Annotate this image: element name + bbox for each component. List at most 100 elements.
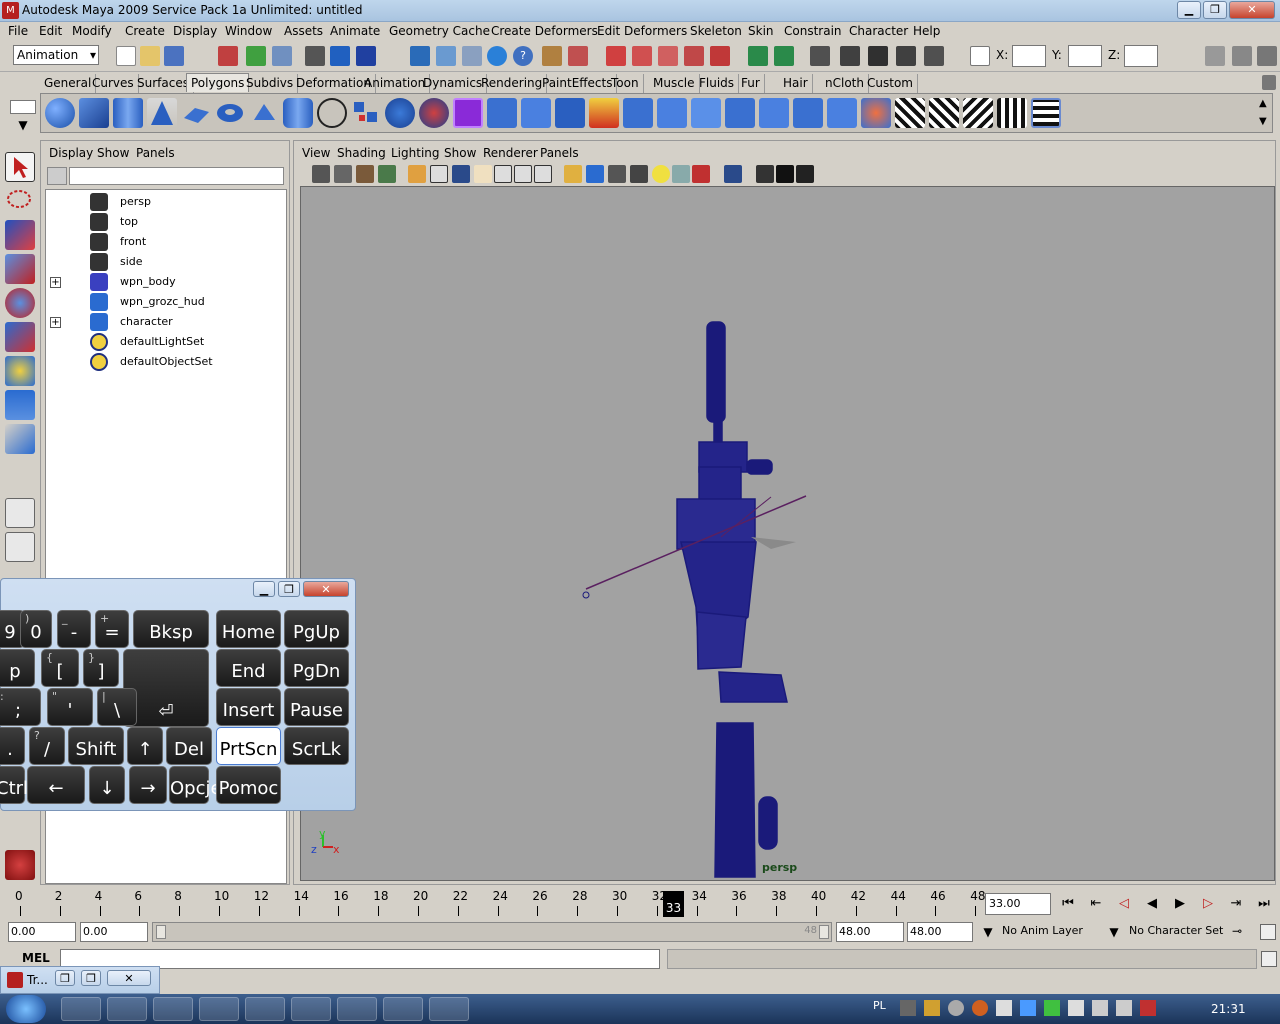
key-opcje[interactable]: Opcje [169, 766, 222, 804]
separate-icon[interactable] [351, 98, 381, 128]
key-lbr[interactable]: {[ [41, 649, 79, 687]
tray-update-icon[interactable] [972, 1000, 988, 1016]
tab-painteffects[interactable]: PaintEffects [538, 74, 618, 93]
lasso-tool-icon[interactable] [5, 186, 35, 216]
hypershade-icon[interactable] [684, 46, 704, 66]
checker-5-icon[interactable] [1031, 98, 1061, 128]
menu-window[interactable]: Window [225, 24, 272, 38]
smooth-shade-icon[interactable] [586, 165, 604, 183]
y-field[interactable] [1068, 45, 1102, 67]
key-home[interactable]: Home [216, 610, 281, 648]
menu-display[interactable]: Display [173, 24, 217, 38]
new-scene-icon[interactable] [116, 46, 136, 66]
history-icon[interactable] [487, 46, 507, 66]
clapper-3-icon[interactable] [924, 46, 944, 66]
grid-toggle-icon[interactable] [408, 165, 426, 183]
tray-arrow-icon[interactable] [900, 1000, 916, 1016]
bookmarks-icon[interactable] [356, 165, 374, 183]
checker-4-icon[interactable] [997, 98, 1027, 128]
taskbar-clock[interactable]: 21:31 [1211, 1002, 1246, 1016]
render-view-icon[interactable] [710, 46, 730, 66]
menu-assets[interactable]: Assets [284, 24, 323, 38]
key-right[interactable]: → [129, 766, 167, 804]
range-handle-right[interactable] [819, 925, 829, 939]
mini-restore-button[interactable]: ❐ [55, 970, 75, 986]
select-tool-icon[interactable] [5, 152, 35, 182]
attr-editor-icon[interactable] [774, 46, 794, 66]
camera-attr-icon[interactable] [748, 46, 768, 66]
uv-editor-icon[interactable] [759, 98, 789, 128]
tab-curves[interactable]: Curves [88, 74, 139, 93]
shelf-scroll-down-icon[interactable]: ▼ [1259, 116, 1267, 127]
open-scene-icon[interactable] [140, 46, 160, 66]
auto-key-icon[interactable]: ⊸ [1232, 924, 1256, 940]
channel-layout-icon[interactable] [1232, 46, 1252, 66]
outliner-item-persp[interactable]: persp [46, 192, 286, 212]
window-taskbar-icon[interactable] [337, 997, 377, 1021]
key-pomoc[interactable]: Pomoc [216, 766, 281, 804]
rotate-tool-icon[interactable] [5, 288, 35, 318]
poly-cone-icon[interactable] [147, 98, 177, 128]
z-field[interactable] [1124, 45, 1158, 67]
gate-mask-icon[interactable] [474, 165, 492, 183]
key-down[interactable]: ↓ [89, 766, 125, 804]
tray-action-center-icon[interactable] [1092, 1000, 1108, 1016]
tab-muscle[interactable]: Muscle [649, 74, 700, 93]
range-start-field[interactable]: 0.00 [8, 922, 76, 942]
expand-toggle-icon[interactable]: + [50, 277, 61, 288]
playback-end-field[interactable]: 48.00 [836, 922, 904, 942]
bridge-icon[interactable] [793, 98, 823, 128]
key-slash[interactable]: ? / [29, 727, 65, 765]
tab-ncloth[interactable]: nCloth [821, 74, 869, 93]
maya-taskbar-icon[interactable] [383, 997, 423, 1021]
key-bksp[interactable]: Bksp [133, 610, 209, 648]
clapper-2-icon[interactable] [896, 46, 916, 66]
snap-surface-icon[interactable] [410, 46, 430, 66]
mini-maximize-button[interactable]: ❐ [81, 970, 101, 986]
clapper-icon[interactable] [868, 46, 888, 66]
backface-culling-icon[interactable] [776, 165, 794, 183]
key-up[interactable]: ↑ [127, 727, 163, 765]
soft-mod-icon[interactable] [5, 390, 35, 420]
menu-skeleton[interactable]: Skeleton [690, 24, 742, 38]
view-menu-renderer[interactable]: Renderer [483, 146, 538, 160]
shelf-options-arrow-icon[interactable]: ▼ [10, 118, 36, 134]
step-forward-frame-icon[interactable]: ▷ [1197, 893, 1219, 915]
tab-rendering[interactable]: Rendering [477, 74, 548, 93]
safe-title-icon[interactable] [534, 165, 552, 183]
spherical-mapping-icon[interactable] [691, 98, 721, 128]
go-to-end-icon[interactable]: ⏭ [1253, 893, 1275, 915]
wireframe-icon[interactable] [564, 165, 582, 183]
key-ctrl[interactable]: Ctrl [0, 766, 28, 804]
poly-cube-icon[interactable] [79, 98, 109, 128]
step-back-frame-icon[interactable]: ◁ [1113, 893, 1135, 915]
media-player-taskbar-icon[interactable] [107, 997, 147, 1021]
shelf-scroll-up-icon[interactable]: ▲ [1259, 98, 1267, 109]
menu-set-dropdown[interactable]: Animation ▾ [13, 45, 99, 65]
snap-view-icon[interactable] [436, 46, 456, 66]
key-eq[interactable]: + = [95, 610, 129, 648]
insert-edge-loop-icon[interactable] [555, 98, 585, 128]
menu-create-deformers[interactable]: Create Deformers [491, 24, 598, 38]
key-rbr[interactable]: }] [83, 649, 119, 687]
combine-icon[interactable] [317, 98, 347, 128]
tray-bluetooth-icon[interactable] [1020, 1000, 1036, 1016]
key-insert[interactable]: Insert [216, 688, 281, 726]
tab-hair[interactable]: Hair [779, 74, 813, 93]
tab-custom[interactable]: Custom [863, 74, 918, 93]
average-vertices-icon[interactable] [453, 98, 483, 128]
opera-taskbar-icon[interactable] [199, 997, 239, 1021]
ipr-render-icon[interactable] [632, 46, 652, 66]
character-set-dropdown-icon[interactable]: ▼ [1103, 922, 1125, 942]
menu-skin[interactable]: Skin [748, 24, 774, 38]
menu-create[interactable]: Create [125, 24, 165, 38]
extrude-face-icon[interactable] [487, 98, 517, 128]
save-scene-icon[interactable] [164, 46, 184, 66]
four-view-layout-icon[interactable] [5, 532, 35, 562]
high-quality-icon[interactable] [692, 165, 710, 183]
tray-safely-remove-icon[interactable] [996, 1000, 1012, 1016]
view-menu-panels[interactable]: Panels [540, 146, 579, 160]
expand-toggle-icon[interactable]: + [50, 317, 61, 328]
tray-nvidia-icon[interactable] [1044, 1000, 1060, 1016]
menu-help[interactable]: Help [913, 24, 940, 38]
